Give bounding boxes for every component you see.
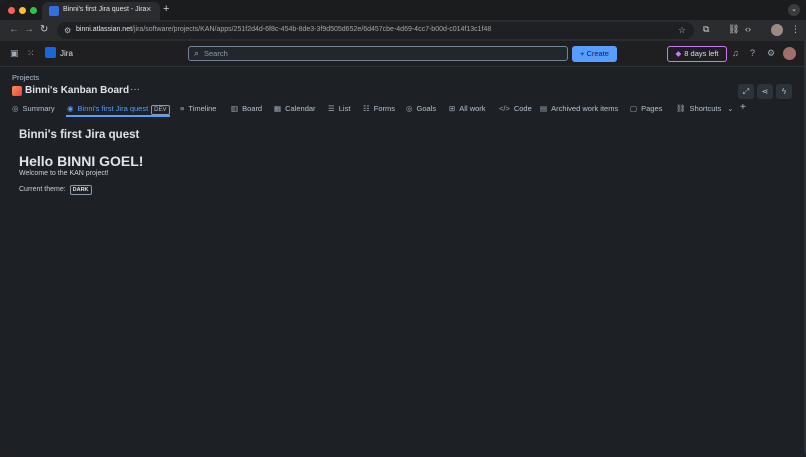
link-icon[interactable]: ⛓ [728,24,739,35]
trial-days-left-button[interactable]: ◆ 8 days left [667,46,727,62]
new-tab-button[interactable]: + [163,3,169,15]
theme-badge: DARK [69,185,92,195]
tab-label: Summary [22,104,55,113]
url-text: binni.atlassian.net/jira/software/projec… [76,26,491,33]
site-info-icon[interactable]: ⚙ [64,26,71,35]
add-tab-icon[interactable]: + [740,102,746,113]
tab-label: Forms [373,104,395,113]
tab-label: Goals [416,104,437,113]
tab-label: List [338,104,351,113]
tab-summary[interactable]: ◎ Summary [12,104,55,113]
tab-code[interactable]: </> Code [499,104,532,113]
project-avatar-icon [12,86,22,96]
chevron-down-icon: ⌄ [727,104,734,113]
browser-window: Binni's first Jira quest - Jira × + ⌄ ← … [0,0,806,457]
trial-label: 8 days left [684,49,719,58]
create-button[interactable]: + Create [572,46,617,62]
forms-icon: ☷ [363,104,370,113]
tab-archived-work-items[interactable]: ▤ Archived work items [540,104,618,113]
jira-app-name[interactable]: Jira [60,49,73,58]
tab-label: Board [242,104,263,113]
tab-label: Calendar [285,104,316,113]
sidebar-toggle-icon[interactable]: ▣ [10,48,19,59]
app-icon: ◉ [67,104,74,113]
tab-binnis-first-jira-quest[interactable]: ◉ Binni's first Jira quest DEV [67,104,170,115]
browser-toolbar: ← → ↻ ⚙ binni.atlassian.net/jira/softwar… [0,20,806,41]
tab-label: All work [459,104,486,113]
breadcrumb-projects[interactable]: Projects [12,73,39,82]
browser-profile-avatar[interactable] [771,24,783,36]
tab-pages[interactable]: ▢ Pages [630,104,662,113]
tab-all-work[interactable]: ⊞ All work [449,104,486,113]
fullscreen-icon[interactable]: ⤢ [738,84,754,99]
browser-tab-title: Binni's first Jira quest - Jira [63,6,147,13]
calendar-icon: ▦ [274,104,282,113]
search-icon: ⌕ [194,48,200,58]
help-icon[interactable]: ? [750,48,755,58]
minimize-window-button[interactable] [19,7,26,14]
notifications-bell-icon[interactable]: ♫ [732,48,739,58]
url-host: binni.atlassian.net [76,26,133,33]
reload-icon[interactable]: ↻ [40,24,48,35]
project-more-actions-icon[interactable]: ··· [130,84,140,95]
url-path: /jira/software/projects/KAN/apps/251f2d4… [132,26,492,33]
share-icon[interactable]: ⋖ [757,84,773,99]
tab-label: Binni's first Jira quest [77,104,149,113]
tab-list[interactable]: ☰ List [328,104,350,113]
gem-icon: ◆ [675,49,682,58]
back-icon[interactable]: ← [9,24,19,35]
close-window-button[interactable] [8,7,15,14]
bookmark-star-icon[interactable]: ☆ [678,25,686,36]
browser-tab-active[interactable]: Binni's first Jira quest - Jira × [42,2,160,20]
forward-icon[interactable]: → [24,24,34,35]
tab-forms[interactable]: ☷ Forms [363,104,395,113]
jira-top-nav: ▣ ⁙ Jira ⌕ Search + Create ◆ 8 days left … [0,41,806,67]
jira-favicon-icon [49,6,59,16]
search-input[interactable]: ⌕ Search [188,46,568,61]
code-icon: </> [499,104,510,113]
list-icon: ☰ [328,104,335,113]
tab-goals[interactable]: ◎ Goals [406,104,436,113]
all-work-icon: ⊞ [449,104,456,113]
project-tabs: ◎ Summary ◉ Binni's first Jira quest DEV ≡ T… [0,101,806,118]
globe-icon: ◎ [12,104,19,113]
code-icon[interactable]: ‹› [745,24,751,34]
browser-menu-icon[interactable]: ⋮ [791,24,800,35]
tab-timeline[interactable]: ≡ Timeline [180,104,216,113]
browser-tab-strip: Binni's first Jira quest - Jira × + ⌄ [0,0,806,20]
tab-board[interactable]: ▥ Board [231,104,262,113]
theme-label: Current theme: [19,186,66,193]
tab-calendar[interactable]: ▦ Calendar [274,104,316,113]
tab-label: Pages [641,104,663,113]
pages-icon: ▢ [630,104,638,113]
close-tab-icon[interactable]: × [146,4,151,14]
current-theme-line: Current theme: DARK [19,185,92,195]
address-bar[interactable]: ⚙ binni.atlassian.net/jira/software/proj… [57,22,694,39]
search-placeholder: Search [204,49,228,58]
automation-bolt-icon[interactable]: ϟ [776,84,792,99]
tab-label: Archived work items [551,104,619,113]
dev-badge: DEV [151,105,170,115]
tab-shortcuts[interactable]: ⛓ Shortcuts ⌄ [676,104,734,113]
app-switcher-icon[interactable]: ⁙ [27,48,35,59]
tab-label: Shortcuts [689,104,722,113]
maximize-window-button[interactable] [30,7,37,14]
tab-label: Timeline [188,104,217,113]
greeting-heading: Hello BINNI GOEL! [19,153,144,169]
user-avatar[interactable] [783,47,796,60]
page-title: Binni's first Jira quest [19,129,140,141]
shortcut-link-icon: ⛓ [676,104,686,113]
tab-search-button[interactable]: ⌄ [788,4,800,16]
archive-icon: ▤ [540,104,548,113]
board-icon: ▥ [231,104,239,113]
project-title: Binni's Kanban Board [25,85,130,96]
jira-logo-icon[interactable] [45,47,56,58]
tab-label: Code [513,104,532,113]
welcome-text: Welcome to the KAN project! [19,170,109,177]
goals-icon: ◎ [406,104,413,113]
settings-gear-icon[interactable]: ⚙ [767,48,775,59]
timeline-icon: ≡ [180,104,185,113]
active-tab-indicator [66,115,170,117]
extensions-icon[interactable]: ⧉ [703,24,709,35]
